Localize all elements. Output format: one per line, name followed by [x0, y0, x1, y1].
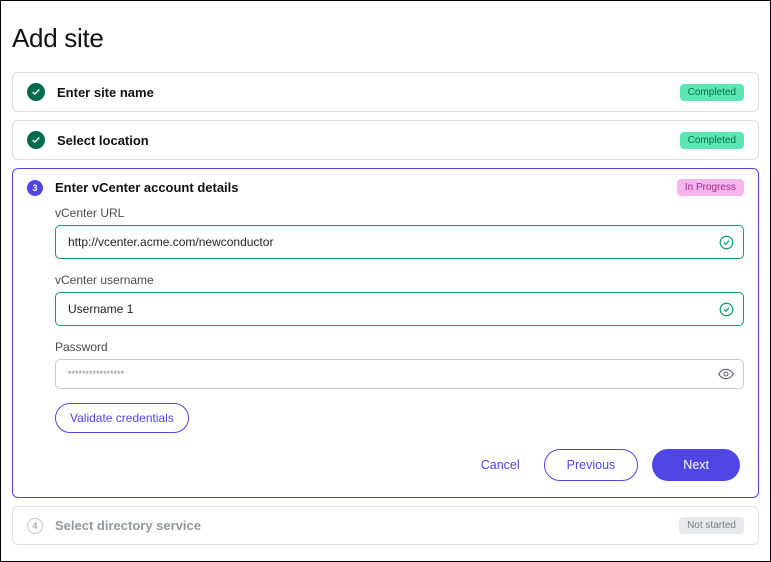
- step-actions: Cancel Previous Next: [55, 449, 744, 481]
- field-vcenter-username: vCenter username: [55, 273, 744, 326]
- step-header: 3 Enter vCenter account details In Progr…: [27, 179, 744, 196]
- status-badge-in-progress: In Progress: [677, 179, 744, 196]
- step-title: Enter vCenter account details: [55, 180, 665, 195]
- valid-check-icon: [718, 301, 734, 317]
- status-badge-completed: Completed: [680, 84, 744, 101]
- step-number-icon: 3: [27, 180, 43, 196]
- step-select-directory-service[interactable]: 4 Select directory service Not started: [12, 506, 759, 545]
- valid-check-icon: [718, 234, 734, 250]
- eye-icon[interactable]: [718, 366, 734, 382]
- step-vcenter-account: 3 Enter vCenter account details In Progr…: [12, 168, 759, 498]
- label-vcenter-url: vCenter URL: [55, 206, 744, 220]
- next-button[interactable]: Next: [652, 449, 740, 481]
- previous-button[interactable]: Previous: [544, 449, 639, 481]
- validate-credentials-button[interactable]: Validate credentials: [55, 403, 189, 433]
- field-password: Password: [55, 340, 744, 389]
- input-vcenter-url[interactable]: [55, 225, 744, 259]
- field-vcenter-url: vCenter URL: [55, 206, 744, 259]
- step-select-location[interactable]: Select location Completed: [12, 120, 759, 160]
- status-badge-completed: Completed: [680, 132, 744, 149]
- cancel-button[interactable]: Cancel: [471, 450, 530, 480]
- step-title: Select location: [57, 133, 668, 148]
- step-number-icon: 4: [27, 518, 43, 534]
- check-circle-icon: [27, 83, 45, 101]
- step-body: vCenter URL vCenter username Password: [27, 196, 744, 481]
- step-title: Enter site name: [57, 85, 668, 100]
- step-enter-site-name[interactable]: Enter site name Completed: [12, 72, 759, 112]
- status-badge-not-started: Not started: [679, 517, 744, 534]
- label-vcenter-username: vCenter username: [55, 273, 744, 287]
- page-title: Add site: [12, 23, 759, 54]
- input-vcenter-username[interactable]: [55, 292, 744, 326]
- step-title: Select directory service: [55, 518, 667, 533]
- input-password[interactable]: [55, 359, 744, 389]
- label-password: Password: [55, 340, 744, 354]
- check-circle-icon: [27, 131, 45, 149]
